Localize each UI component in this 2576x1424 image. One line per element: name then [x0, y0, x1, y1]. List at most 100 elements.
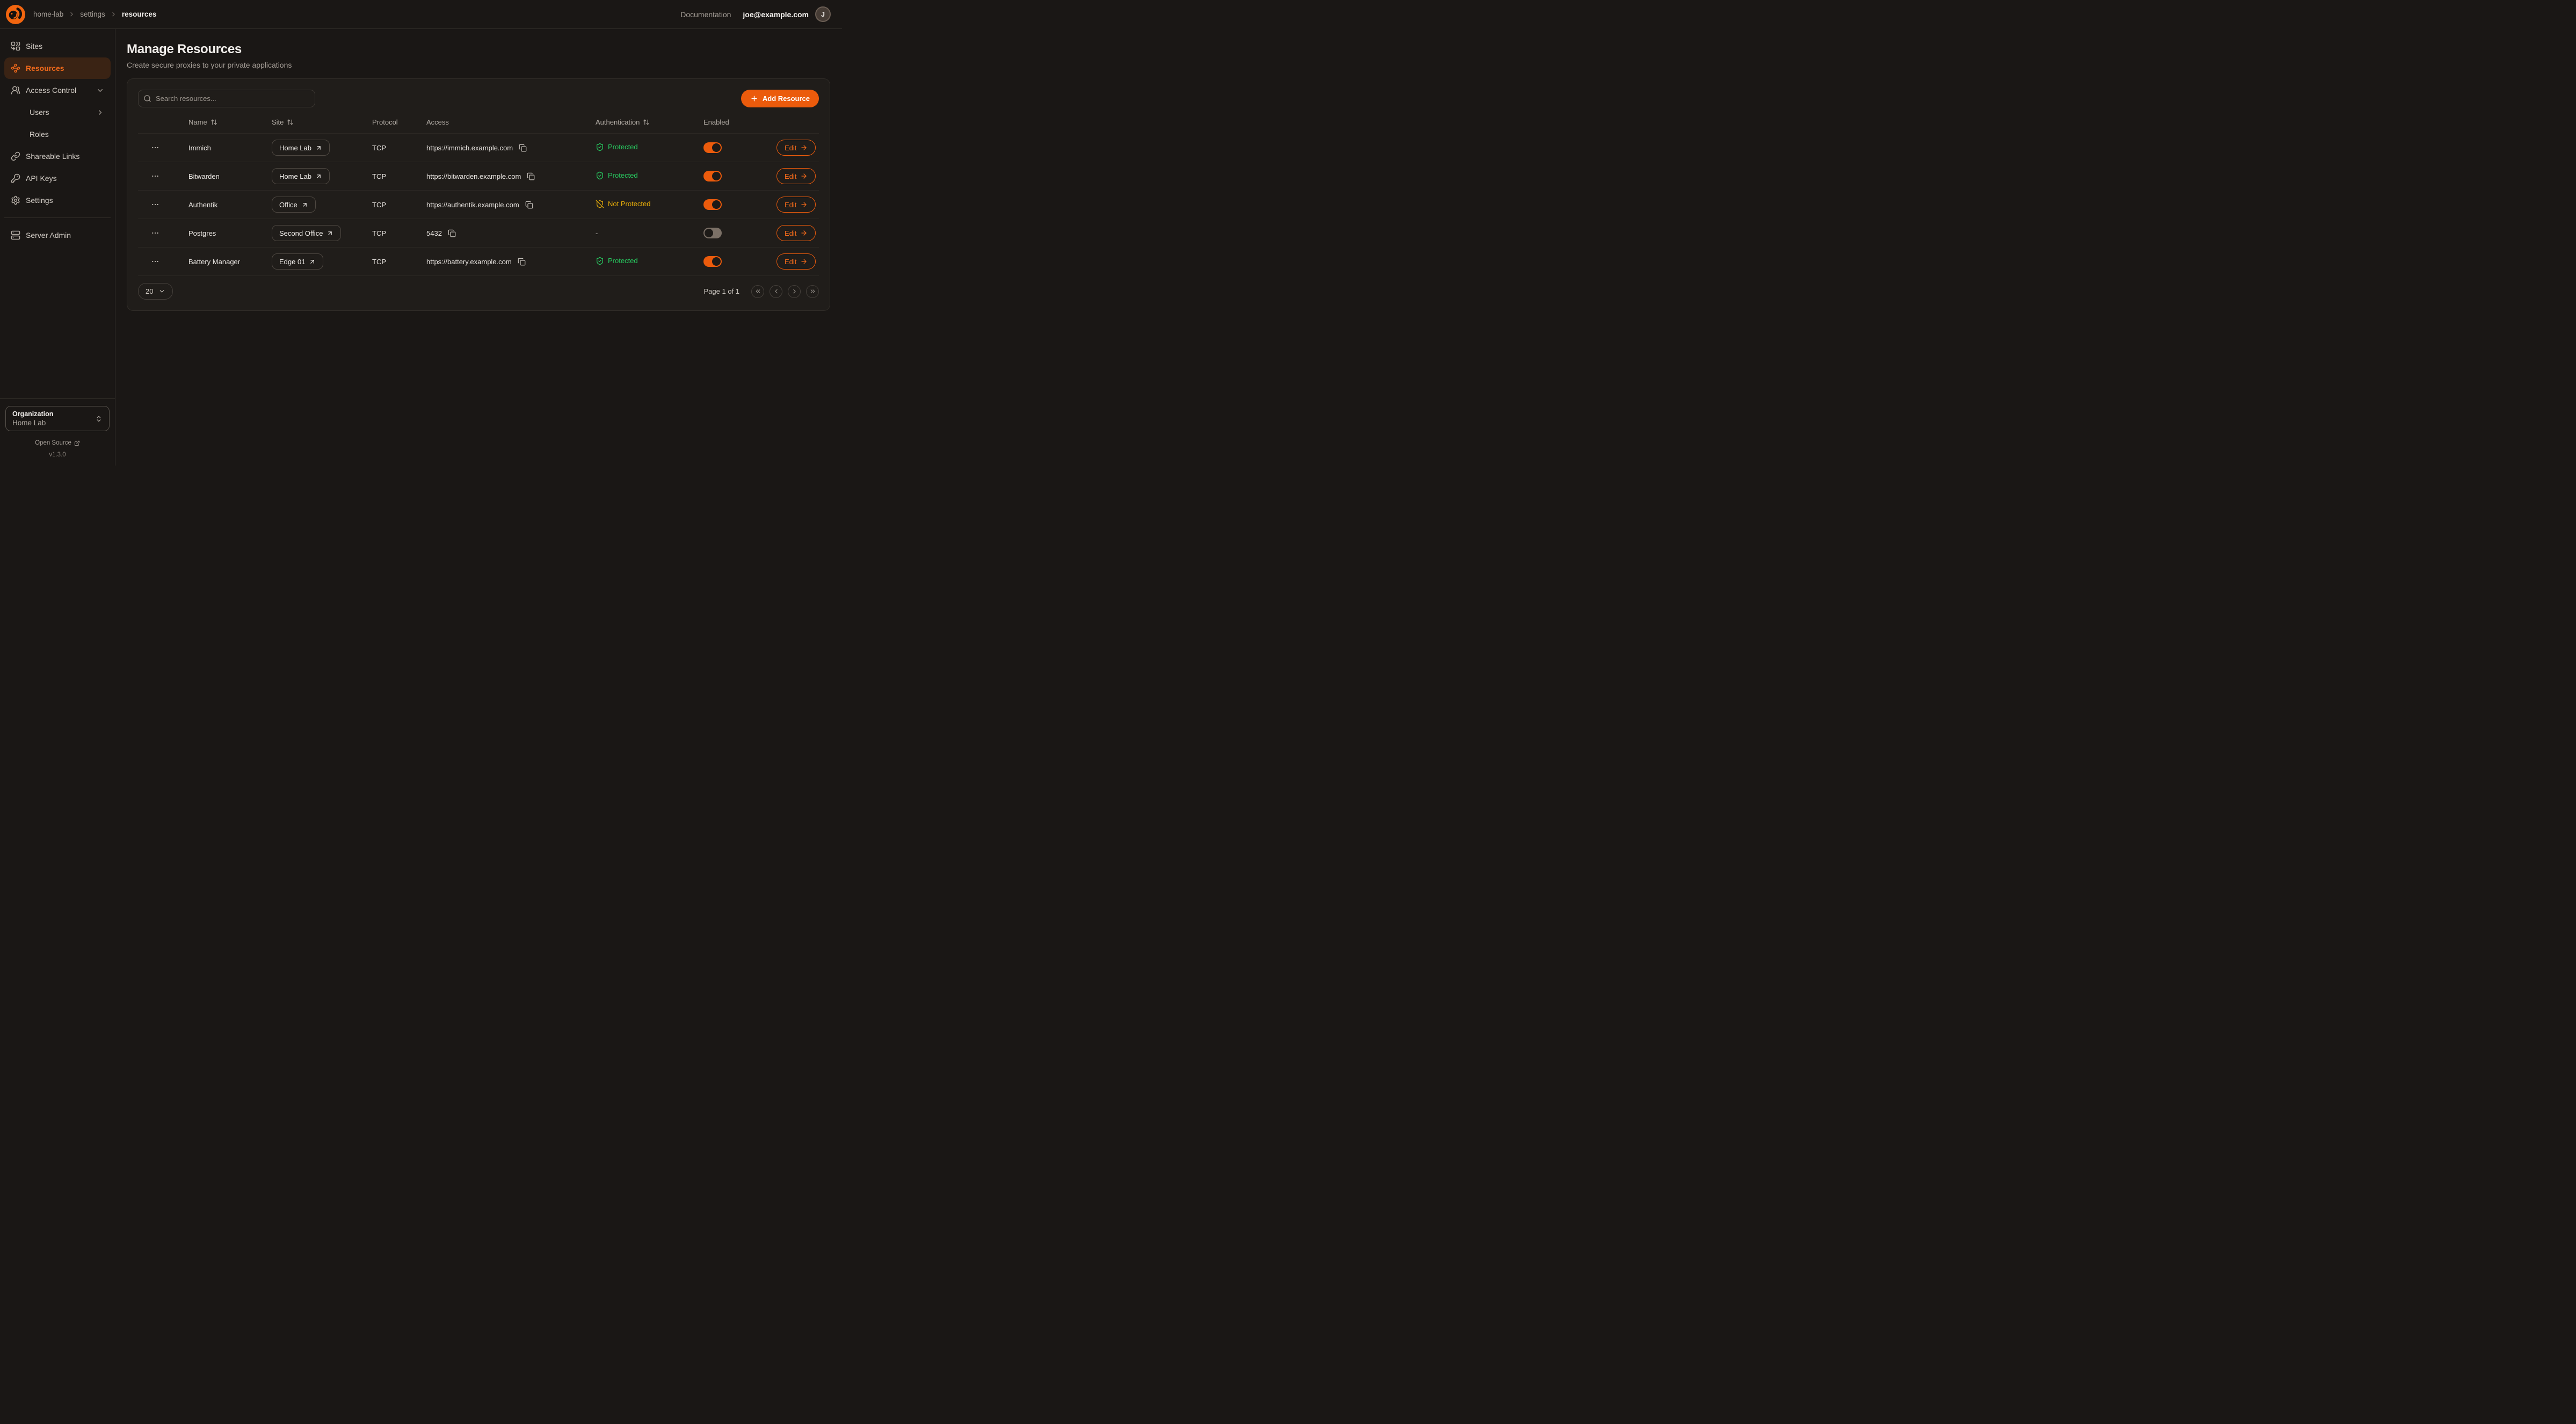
first-page-button[interactable]	[751, 285, 764, 298]
sidebar-item-settings[interactable]: Settings	[4, 190, 111, 211]
header-site: Site	[256, 112, 356, 134]
row-menu-button[interactable]	[149, 198, 162, 211]
ellipsis-icon	[151, 200, 159, 209]
next-page-button[interactable]	[788, 285, 801, 298]
site-link-button[interactable]: Office	[272, 197, 316, 213]
sort-by-name[interactable]: Name	[188, 118, 217, 126]
topbar-left: home-lab settings resources	[5, 4, 156, 25]
resource-access-url: https://immich.example.com	[426, 144, 513, 152]
table-row: Immich Home Lab TCP https://immich.examp…	[138, 134, 819, 162]
resource-name: Immich	[172, 134, 256, 162]
plus-icon	[750, 95, 758, 103]
edit-button[interactable]: Edit	[777, 253, 816, 270]
sidebar-item-label: Shareable Links	[26, 152, 79, 161]
sidebar-item-server-admin[interactable]: Server Admin	[4, 224, 111, 246]
breadcrumb: home-lab settings resources	[33, 10, 156, 18]
gear-icon	[11, 195, 20, 205]
sidebar-item-shareable-links[interactable]: Shareable Links	[4, 146, 111, 167]
breadcrumb-settings[interactable]: settings	[80, 10, 105, 18]
edit-button[interactable]: Edit	[777, 197, 816, 213]
arrow-up-right-icon	[315, 144, 322, 151]
user-email[interactable]: joe@example.com	[743, 10, 809, 19]
open-source-link[interactable]: Open Source	[5, 440, 110, 446]
chevrons-left-icon	[754, 288, 761, 295]
enabled-toggle[interactable]	[703, 199, 722, 210]
enabled-toggle[interactable]	[703, 142, 722, 153]
site-link-button[interactable]: Home Lab	[272, 168, 330, 184]
shield-check-icon	[596, 171, 604, 180]
shield-off-icon	[596, 200, 604, 208]
row-menu-button[interactable]	[149, 227, 162, 239]
table-row: Battery Manager Edge 01 TCP https://batt…	[138, 248, 819, 276]
row-menu-button[interactable]	[149, 141, 162, 154]
org-selector[interactable]: Organization Home Lab	[5, 406, 110, 431]
card-footer: 20 Page 1 of 1	[138, 283, 819, 300]
table-row: Bitwarden Home Lab TCP https://bitwarden…	[138, 162, 819, 191]
app-version: v1.3.0	[5, 452, 110, 458]
arrow-right-icon	[800, 258, 808, 265]
auth-status-none: -	[596, 229, 598, 237]
sidebar-item-roles[interactable]: Roles	[4, 123, 111, 145]
copy-icon[interactable]	[517, 257, 527, 267]
sidebar-item-access-control[interactable]: Access Control	[4, 79, 111, 101]
key-icon	[11, 173, 20, 183]
search-input[interactable]	[138, 90, 315, 107]
chevron-down-icon	[158, 288, 165, 295]
edit-button[interactable]: Edit	[777, 140, 816, 156]
sidebar-item-sites[interactable]: Sites	[4, 35, 111, 57]
sidebar-item-resources[interactable]: Resources	[4, 57, 111, 79]
sort-by-site[interactable]: Site	[272, 118, 294, 126]
sidebar-item-api-keys[interactable]: API Keys	[4, 168, 111, 189]
edit-button[interactable]: Edit	[777, 225, 816, 241]
copy-icon[interactable]	[518, 143, 528, 153]
shield-check-icon	[596, 257, 604, 265]
arrow-up-right-icon	[301, 201, 308, 208]
avatar[interactable]: J	[815, 6, 831, 22]
resource-access-url: https://bitwarden.example.com	[426, 172, 521, 180]
header-actions	[760, 112, 819, 134]
breadcrumb-org[interactable]: home-lab	[33, 10, 63, 18]
sidebar-item-users[interactable]: Users	[4, 101, 111, 123]
row-menu-button[interactable]	[149, 255, 162, 268]
chevron-right-icon	[110, 11, 117, 18]
arrow-up-right-icon	[315, 173, 322, 180]
resource-name: Battery Manager	[172, 248, 256, 276]
auth-status-badge: Protected	[596, 257, 638, 265]
sidebar: Sites Resources Access Control Users	[0, 29, 115, 466]
add-resource-button[interactable]: Add Resource	[741, 90, 819, 107]
last-page-button[interactable]	[806, 285, 819, 298]
row-menu-button[interactable]	[149, 170, 162, 183]
enabled-toggle[interactable]	[703, 228, 722, 238]
shield-check-icon	[596, 143, 604, 151]
arrow-up-right-icon	[326, 230, 333, 237]
resource-name: Authentik	[172, 191, 256, 219]
ellipsis-icon	[151, 257, 159, 266]
copy-icon[interactable]	[447, 228, 457, 238]
site-link-button[interactable]: Second Office	[272, 225, 341, 241]
site-link-button[interactable]: Edge 01	[272, 253, 323, 270]
sort-by-authentication[interactable]: Authentication	[596, 118, 650, 126]
arrow-right-icon	[800, 144, 808, 151]
card-toolbar: Add Resource	[138, 90, 819, 107]
resource-protocol: TCP	[356, 191, 410, 219]
page-title: Manage Resources	[127, 42, 830, 57]
app-root: home-lab settings resources Documentatio…	[0, 0, 842, 466]
ellipsis-icon	[151, 143, 159, 152]
copy-icon[interactable]	[524, 200, 534, 210]
site-link-button[interactable]: Home Lab	[272, 140, 330, 156]
server-icon	[11, 230, 20, 240]
edit-button[interactable]: Edit	[777, 168, 816, 184]
enabled-toggle[interactable]	[703, 256, 722, 267]
resources-card: Add Resource Name	[127, 78, 830, 311]
prev-page-button[interactable]	[770, 285, 782, 298]
documentation-link[interactable]: Documentation	[680, 10, 731, 19]
arrow-up-right-icon	[309, 258, 316, 265]
page-size-select[interactable]: 20	[138, 283, 173, 300]
copy-icon[interactable]	[526, 171, 536, 181]
page-info: Page 1 of 1	[704, 287, 740, 295]
sort-icon	[643, 119, 650, 126]
breadcrumb-resources[interactable]: resources	[122, 10, 157, 18]
pangolin-logo-icon[interactable]	[5, 4, 26, 25]
ellipsis-icon	[151, 172, 159, 180]
enabled-toggle[interactable]	[703, 171, 722, 181]
